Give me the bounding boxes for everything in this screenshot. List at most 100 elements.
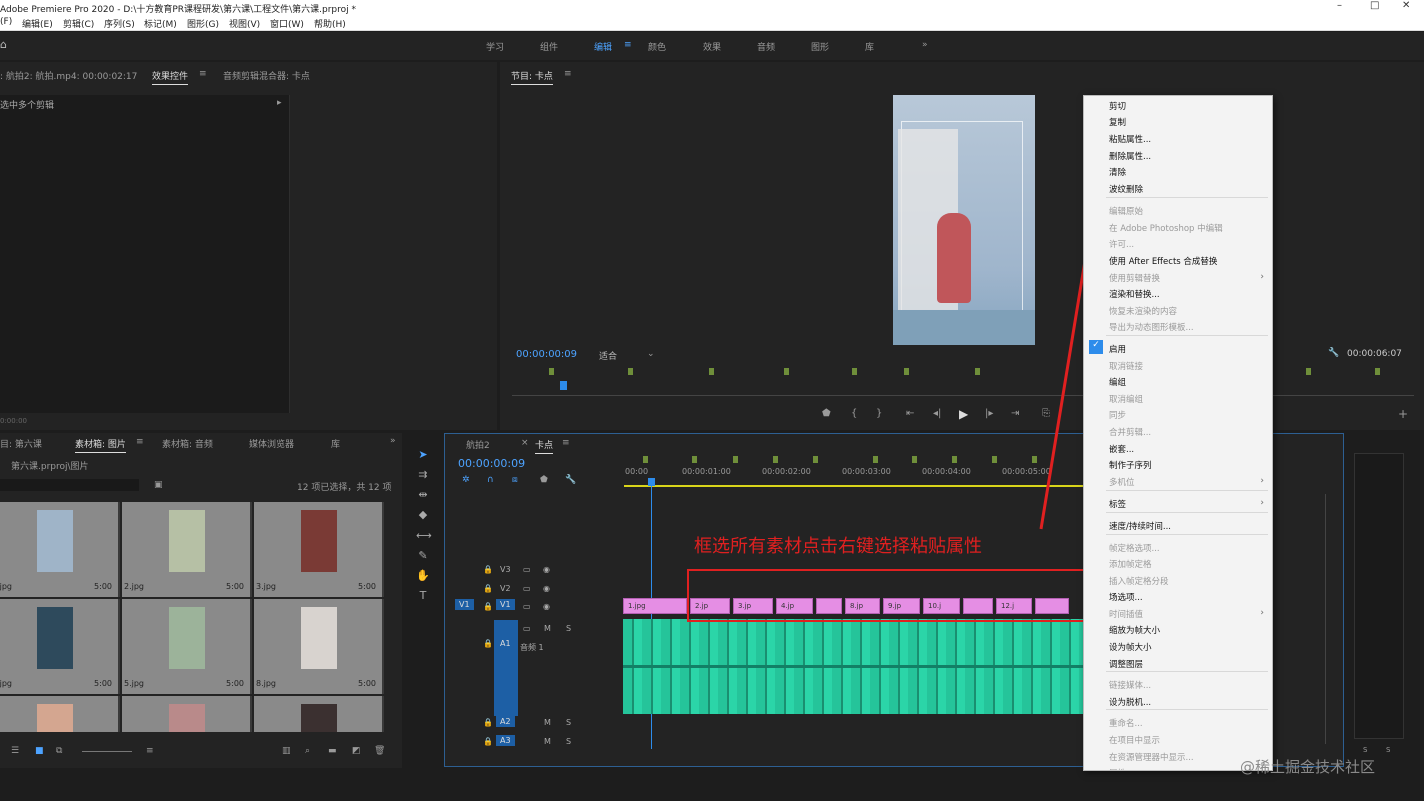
- context-menu-item[interactable]: 调整图层: [1109, 658, 1143, 670]
- context-menu-item[interactable]: 插入帧定格分段: [1109, 575, 1169, 587]
- media-item[interactable]: [0, 696, 120, 732]
- more-icon[interactable]: »: [390, 436, 396, 446]
- tab-media-browser[interactable]: 媒体浏览器: [249, 437, 294, 450]
- menu-clip[interactable]: 剪辑(C): [63, 17, 94, 30]
- media-item[interactable]: 3.jpg 5:00: [254, 502, 384, 597]
- lock-icon[interactable]: 🔒: [483, 565, 493, 574]
- context-menu-item[interactable]: 恢复未渲染的内容: [1109, 305, 1177, 317]
- icon-view-icon[interactable]: ■: [35, 746, 44, 756]
- mute-button[interactable]: M: [544, 624, 551, 633]
- ripple-edit-icon[interactable]: ⇹: [416, 488, 430, 502]
- tab-audio-clip-mixer[interactable]: 音频剪辑混合器: 卡点: [223, 69, 310, 82]
- play-icon[interactable]: ▶: [959, 407, 968, 421]
- eye-icon[interactable]: ◉: [543, 602, 550, 611]
- step-back-icon[interactable]: ◂|: [933, 408, 941, 419]
- context-menu-item[interactable]: 编辑原始: [1109, 205, 1143, 217]
- solo-button[interactable]: S: [566, 624, 571, 633]
- tab-effect-controls[interactable]: 效果控件: [152, 69, 189, 85]
- selection-tool-icon[interactable]: ➤: [416, 448, 430, 462]
- context-menu-item[interactable]: 速度/持续时间...: [1109, 520, 1171, 532]
- context-menu-item[interactable]: 取消编组: [1109, 393, 1143, 405]
- menu-sequence[interactable]: 序列(S): [104, 17, 135, 30]
- context-menu-item[interactable]: 许可...: [1109, 238, 1134, 250]
- minimize-button[interactable]: –: [1337, 0, 1342, 11]
- ws-editing[interactable]: 编辑: [594, 40, 612, 53]
- media-item[interactable]: 2.jpg 5:00: [122, 502, 252, 597]
- mark-in-icon[interactable]: {: [851, 408, 857, 419]
- context-menu-item[interactable]: 帧定格选项...: [1109, 542, 1160, 554]
- tab-source[interactable]: : 航拍2: 航拍.mp4: 00:00:02:17: [0, 69, 137, 82]
- context-menu-item[interactable]: 启用: [1109, 343, 1126, 355]
- media-item[interactable]: [122, 696, 252, 732]
- context-menu-item[interactable]: 设为帧大小: [1109, 641, 1152, 653]
- media-item[interactable]: 1.jpg5:00: [0, 502, 120, 597]
- close-icon[interactable]: ×: [521, 438, 529, 448]
- tab-sequence-aerial[interactable]: 航拍2: [466, 438, 490, 451]
- context-menu-item[interactable]: 嵌套...: [1109, 443, 1134, 455]
- tab-bin-audio[interactable]: 素材箱: 音频: [162, 437, 213, 450]
- context-menu-item[interactable]: 使用 After Effects 合成替换: [1109, 255, 1217, 267]
- lock-icon[interactable]: 🔒: [483, 602, 493, 611]
- eye-icon[interactable]: ◉: [543, 565, 550, 574]
- folder-icon[interactable]: ▬: [328, 746, 337, 756]
- zoom-slider[interactable]: [82, 751, 132, 752]
- add-marker-icon[interactable]: ⬟: [822, 408, 831, 419]
- context-menu-item[interactable]: 场选项...: [1109, 591, 1143, 603]
- program-scrubber[interactable]: [512, 395, 1414, 396]
- menu-window[interactable]: 窗口(W): [270, 17, 304, 30]
- new-item-icon[interactable]: ◩: [352, 746, 361, 756]
- context-menu-item[interactable]: 波纹删除: [1109, 183, 1143, 195]
- context-menu-item[interactable]: 在项目中显示: [1109, 734, 1160, 746]
- go-to-out-icon[interactable]: ⇥: [1011, 408, 1019, 419]
- context-menu-item[interactable]: 编组: [1109, 376, 1126, 388]
- program-title[interactable]: 节目: 卡点: [511, 69, 553, 85]
- snap-icon[interactable]: ∩: [487, 475, 494, 485]
- lock-icon[interactable]: 🔒: [483, 737, 493, 746]
- linked-selection-icon[interactable]: ⧈: [512, 475, 518, 485]
- razor-icon[interactable]: ◆: [416, 508, 430, 522]
- ws-graphics[interactable]: 图形: [811, 40, 829, 53]
- menu-edit[interactable]: 编辑(E): [22, 17, 53, 30]
- fit-dropdown[interactable]: 适合: [599, 349, 617, 362]
- wrench-icon[interactable]: 🔧: [1328, 348, 1339, 358]
- go-to-in-icon[interactable]: ⇤: [906, 408, 914, 419]
- context-menu-item[interactable]: 时间插值: [1109, 608, 1143, 620]
- context-menu-item[interactable]: 删除属性...: [1109, 150, 1151, 162]
- step-forward-icon[interactable]: |▸: [985, 408, 993, 419]
- context-menu-item[interactable]: 使用剪辑替换: [1109, 272, 1160, 284]
- tab-sequence-kadian[interactable]: 卡点: [535, 438, 554, 454]
- menu-marker[interactable]: 标记(M): [144, 17, 177, 30]
- work-area-bar[interactable]: [624, 485, 1084, 487]
- maximize-button[interactable]: □: [1370, 0, 1379, 11]
- bin-menu-icon[interactable]: ≡: [136, 437, 144, 447]
- solo-button[interactable]: S: [1363, 746, 1367, 754]
- eye-icon[interactable]: ◉: [543, 584, 550, 593]
- tab-libraries[interactable]: 库: [331, 437, 340, 450]
- ws-assembly[interactable]: 组件: [540, 40, 558, 53]
- context-menu-item[interactable]: 在资源管理器中显示...: [1109, 751, 1194, 763]
- ws-libraries[interactable]: 库: [865, 40, 874, 53]
- program-timecode[interactable]: 00:00:00:09: [516, 349, 577, 360]
- tab-bin-images[interactable]: 素材箱: 图片: [75, 437, 126, 453]
- pen-icon[interactable]: ✎: [416, 549, 430, 563]
- lock-icon[interactable]: 🔒: [483, 584, 493, 593]
- context-menu-item[interactable]: 合并剪辑...: [1109, 426, 1151, 438]
- search-input[interactable]: [0, 479, 139, 491]
- sync-lock-icon[interactable]: ▭: [523, 565, 531, 574]
- context-menu-item[interactable]: 多机位: [1109, 476, 1135, 488]
- track-select-icon[interactable]: ⇉: [416, 468, 430, 482]
- playhead-icon[interactable]: [560, 381, 567, 390]
- playhead-icon[interactable]: [648, 478, 655, 486]
- context-menu-item[interactable]: 设为脱机...: [1109, 696, 1151, 708]
- context-menu-item[interactable]: 粘贴属性...: [1109, 133, 1151, 145]
- solo-button[interactable]: S: [566, 718, 571, 727]
- solo-button[interactable]: S: [566, 737, 571, 746]
- home-icon[interactable]: ⌂: [0, 38, 7, 51]
- context-menu-item[interactable]: 渲染和替换...: [1109, 288, 1160, 300]
- audio-clip-waveform[interactable]: [623, 619, 1084, 714]
- track-a1-target[interactable]: [494, 620, 518, 716]
- source-patch-v1[interactable]: V1: [455, 599, 474, 610]
- expand-icon[interactable]: ▸: [277, 98, 282, 108]
- add-button-icon[interactable]: +: [1398, 407, 1408, 421]
- context-menu-item[interactable]: 在 Adobe Photoshop 中编辑: [1109, 222, 1223, 234]
